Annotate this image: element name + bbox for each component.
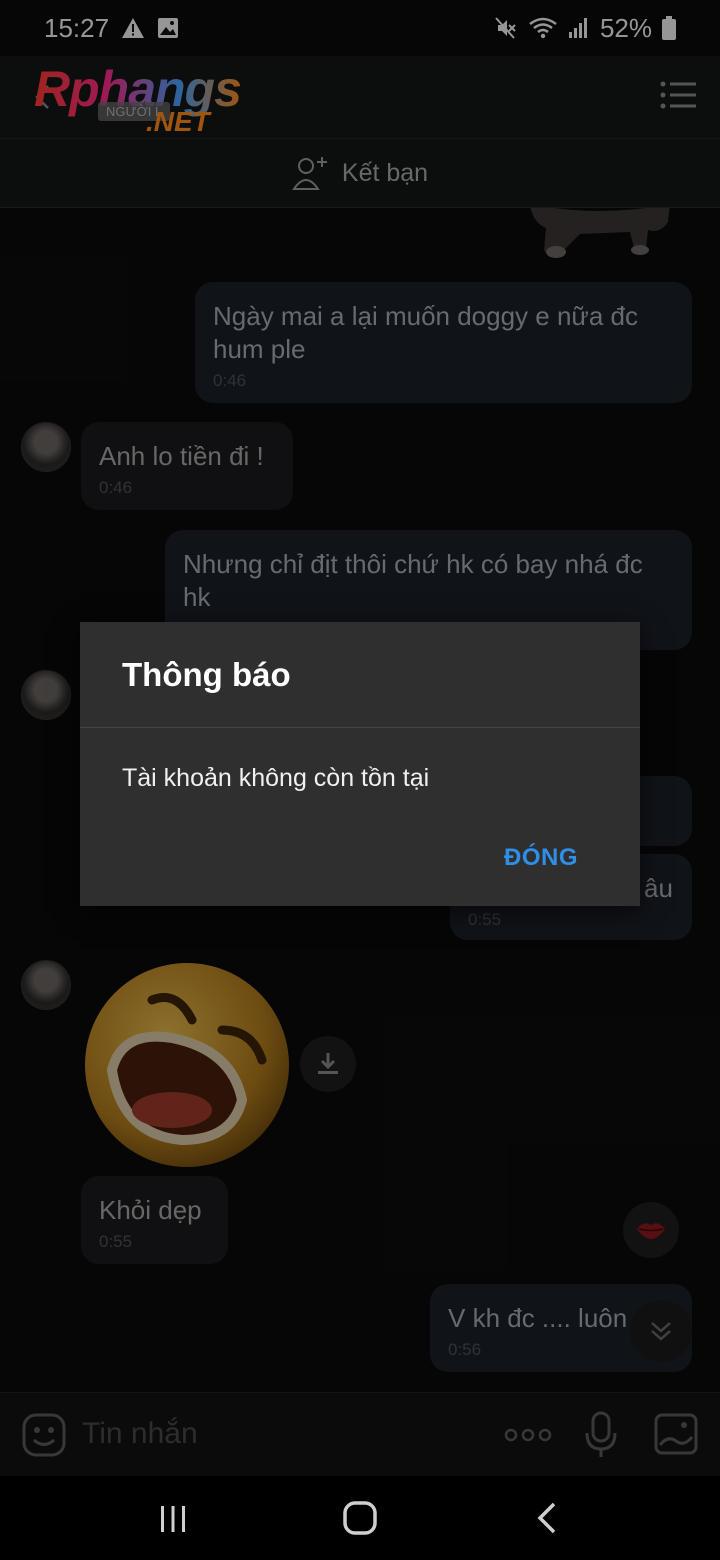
chat-screen: 15:27 52% Rphangs NGƯỜI L .NET Kết bạn N… xyxy=(0,0,720,1560)
message-time: 0:46 xyxy=(99,478,133,497)
message-text: Anh lo tiền đi ! xyxy=(99,441,264,471)
lips-icon xyxy=(637,1223,665,1239)
warning-icon xyxy=(122,18,145,38)
add-friend-button[interactable]: Kết bạn xyxy=(0,138,720,208)
add-friend-icon xyxy=(292,157,327,190)
message-time: 0:55 xyxy=(99,1232,133,1251)
add-friend-label: Kết bạn xyxy=(341,158,429,187)
message-time: 0:46 xyxy=(213,371,247,390)
back-icon[interactable] xyxy=(536,1502,558,1534)
emoji-icon[interactable] xyxy=(22,1413,66,1457)
scroll-to-bottom-button[interactable] xyxy=(630,1300,692,1362)
system-nav-bar xyxy=(0,1476,720,1560)
status-time: 15:27 xyxy=(44,12,110,43)
alert-dialog: Thông báo Tài khoản không còn tồn tại ĐÓ… xyxy=(80,622,640,906)
contact-avatar[interactable] xyxy=(21,960,71,1010)
menu-icon[interactable] xyxy=(660,80,696,110)
contact-avatar[interactable] xyxy=(21,422,71,472)
message-input-bar: Tin nhắn xyxy=(0,1392,720,1476)
message-time: 0:55 xyxy=(468,910,502,929)
signal-icon xyxy=(568,18,587,38)
message-text: Khỏi dẹp xyxy=(99,1195,202,1225)
more-options-icon[interactable] xyxy=(504,1425,552,1445)
battery-icon xyxy=(662,16,676,40)
message-input[interactable]: Tin nhắn xyxy=(82,1417,198,1451)
message-bubble-received[interactable]: Anh lo tiền đi ! 0:46 xyxy=(81,422,293,510)
message-text: âu xyxy=(644,873,673,903)
recent-apps-icon[interactable] xyxy=(158,1504,188,1534)
wifi-icon xyxy=(529,17,557,39)
message-text: Ngày mai a lại muốn doggy e nữa đc hum p… xyxy=(213,301,638,364)
watermark-logo: Rphangs NGƯỜI L .NET xyxy=(34,60,264,137)
battery-level: 52% xyxy=(599,12,652,43)
dialog-divider xyxy=(80,727,640,728)
image-picker-icon[interactable] xyxy=(654,1413,698,1455)
dog-sticker xyxy=(530,208,670,258)
message-text: V kh đc .... luôn xyxy=(448,1303,628,1333)
mute-icon xyxy=(495,17,516,39)
logo-sub-text: .NET xyxy=(146,106,210,137)
message-bubble-received[interactable]: Khỏi dẹp 0:55 xyxy=(81,1176,228,1264)
laughing-emoji-sticker[interactable] xyxy=(82,960,292,1170)
message-text: Nhưng chỉ địt thôi chứ hk có bay nhá đc … xyxy=(183,549,643,612)
reaction-button[interactable] xyxy=(623,1202,679,1258)
dialog-title: Thông báo xyxy=(122,656,291,693)
dialog-message: Tài khoản không còn tồn tại xyxy=(122,764,430,792)
app-header: Rphangs NGƯỜI L .NET xyxy=(0,56,720,138)
status-bar: 15:27 52% xyxy=(0,0,720,56)
microphone-icon[interactable] xyxy=(584,1411,618,1459)
message-bubble-sent[interactable]: Ngày mai a lại muốn doggy e nữa đc hum p… xyxy=(195,282,692,403)
download-icon xyxy=(318,1053,338,1074)
chevron-double-down-icon xyxy=(651,1322,671,1341)
close-button[interactable]: ĐÓNG xyxy=(504,844,578,872)
download-button[interactable] xyxy=(300,1036,356,1092)
contact-avatar[interactable] xyxy=(21,670,71,720)
gallery-notification-icon xyxy=(158,18,179,38)
home-icon[interactable] xyxy=(342,1500,378,1536)
